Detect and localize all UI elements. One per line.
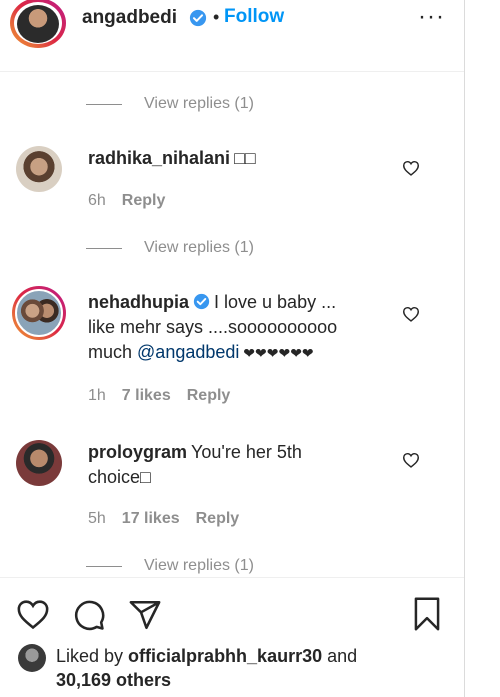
avatar[interactable] [18, 644, 46, 672]
comment-item: radhika_nihalani □□ 6h Reply [0, 146, 464, 216]
view-replies-label: View replies (1) [144, 239, 254, 256]
share-icon[interactable] [128, 598, 162, 632]
post-actions: Liked by officialprabhh_kaurr30 and 30,1… [0, 577, 464, 697]
divider-line [86, 566, 122, 567]
comment-likes[interactable]: 7 likes [122, 387, 171, 404]
like-heart-icon[interactable] [402, 306, 420, 322]
hearts-emoji: ❤❤❤❤❤❤ [239, 345, 314, 361]
like-heart-icon[interactable] [402, 452, 420, 468]
post-header: angadbedi • Follow ··· [0, 0, 464, 72]
avatar[interactable] [14, 2, 62, 44]
header-username[interactable]: angadbedi [82, 7, 177, 29]
comment-item: proloygram You're her 5th choice□ 5h 17 li… [0, 440, 464, 540]
comment-body: much [88, 342, 138, 362]
comment-body: like mehr says ....soooooooooo [88, 317, 338, 337]
comment-text: radhika_nihalani □□ [88, 146, 388, 171]
comment-time: 1h [88, 387, 106, 404]
comment-icon[interactable] [72, 598, 106, 632]
liked-by-count[interactable]: 30,169 others [56, 670, 171, 690]
panel-divider [464, 0, 465, 697]
verified-badge-icon [189, 9, 207, 27]
liked-by-prefix: Liked by [56, 646, 129, 666]
reply-button[interactable]: Reply [196, 510, 240, 527]
divider-line [86, 104, 122, 105]
liked-by-text: Liked by officialprabhh_kaurr30 and 30,1… [56, 644, 396, 692]
like-heart-icon[interactable] [402, 160, 420, 176]
view-replies-button[interactable]: View replies (1) [86, 94, 286, 114]
view-replies-button[interactable]: View replies (1) [86, 556, 286, 576]
liked-by-user[interactable]: officialprabhh_kaurr30 [128, 646, 322, 666]
comment-meta: 5h 17 likes Reply [88, 510, 255, 528]
bookmark-icon[interactable] [410, 596, 444, 632]
comment-body: I love u baby ... [214, 292, 337, 312]
comment-time: 6h [88, 192, 106, 209]
comment-username[interactable]: proloygram [88, 442, 187, 462]
comment-text: nehadhupia I love u baby ... like mehr sa… [88, 290, 398, 366]
comment-meta: 6h Reply [88, 192, 181, 210]
comment-text: proloygram You're her 5th choice□ [88, 440, 388, 490]
follow-button[interactable]: Follow [224, 6, 284, 28]
comment-item: nehadhupia I love u baby ... like mehr sa… [0, 286, 464, 410]
divider-line [86, 248, 122, 249]
avatar[interactable] [16, 146, 62, 192]
comment-username[interactable]: radhika_nihalani [88, 148, 230, 168]
reply-button[interactable]: Reply [187, 387, 231, 404]
comment-meta: 1h 7 likes Reply [88, 387, 246, 405]
view-replies-label: View replies (1) [144, 95, 254, 112]
view-replies-button[interactable]: View replies (1) [86, 238, 286, 258]
like-heart-icon[interactable] [16, 598, 50, 630]
post-comments-panel: angadbedi • Follow ··· View replies (1) … [0, 0, 464, 697]
comment-body: choice□ [88, 467, 151, 487]
avatar[interactable] [15, 289, 63, 337]
reply-button[interactable]: Reply [122, 192, 166, 209]
more-options-icon[interactable]: ··· [418, 3, 445, 31]
comment-likes[interactable]: 17 likes [122, 510, 180, 527]
liked-by-and: and [322, 646, 358, 666]
avatar[interactable] [16, 440, 62, 486]
verified-badge-icon [193, 293, 210, 310]
separator-dot: • [213, 7, 220, 27]
comment-body: □□ [234, 148, 256, 168]
mention-link[interactable]: @angadbedi [137, 342, 239, 362]
comment-username[interactable]: nehadhupia [88, 292, 189, 312]
view-replies-label: View replies (1) [144, 557, 254, 574]
comment-time: 5h [88, 510, 106, 527]
comment-body: You're her 5th [191, 442, 302, 462]
